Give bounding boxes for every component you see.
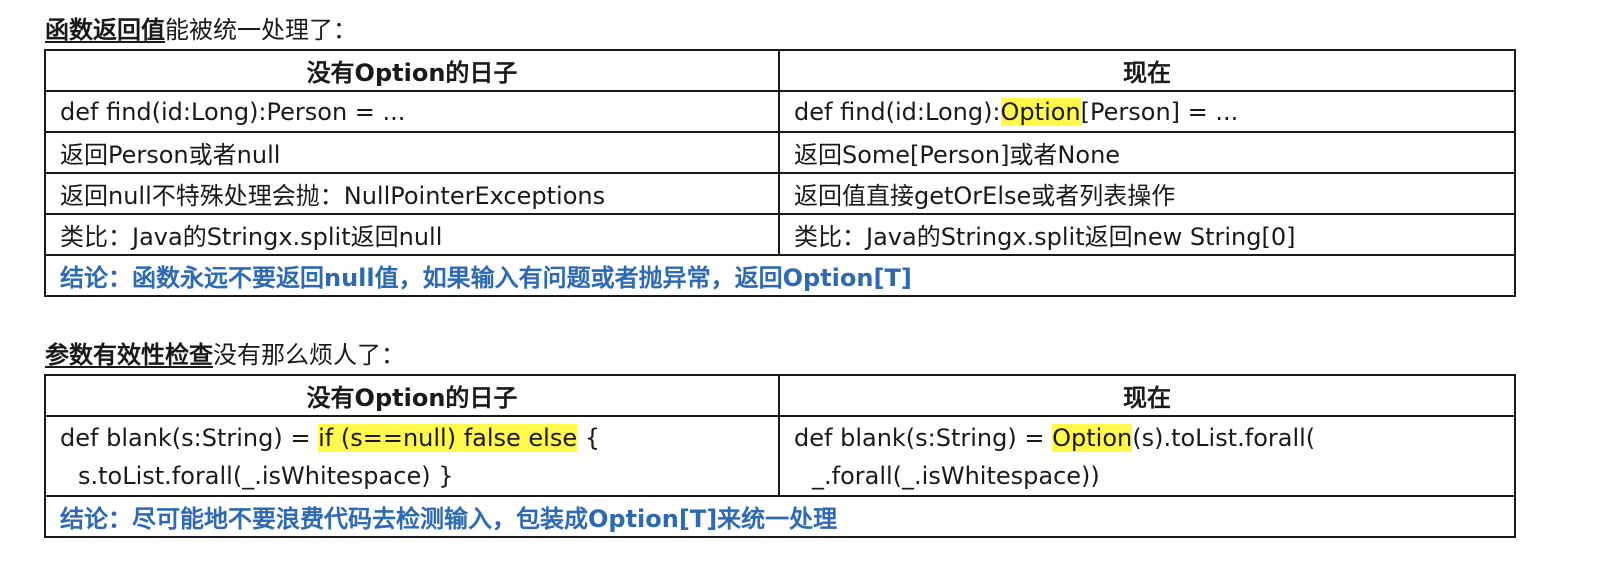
code-text: def blank(s:String) =: [60, 423, 319, 452]
cell-before: 类比：Java的Stringx.split返回null: [44, 213, 780, 256]
cell-now: def find(id:Long):Option[Person] = ...: [778, 90, 1516, 133]
highlighted-code: Option: [1000, 97, 1081, 126]
section-2-title: 参数有效性检查没有那么烦人了：: [45, 340, 405, 370]
conclusion-text: 结论：尽可能地不要浪费代码去检测输入，包装成Option[T]来统一处理: [44, 495, 1516, 538]
header-before: 没有Option的日子: [44, 49, 780, 92]
header-before: 没有Option的日子: [44, 374, 780, 417]
code-text: def blank(s:String) =: [794, 423, 1053, 452]
code-line: _.forall(_.isWhitespace)): [812, 461, 1100, 490]
table-row: 返回null不特殊处理会抛：NullPointerExceptions 返回值直…: [44, 172, 1516, 215]
cell-now: 返回值直接getOrElse或者列表操作: [778, 172, 1516, 215]
section-1-title: 函数返回值能被统一处理了：: [45, 15, 357, 45]
highlighted-code: Option: [1052, 423, 1133, 452]
conclusion-text: 结论：函数永远不要返回null值，如果输入有问题或者抛异常，返回Option[T…: [44, 254, 1516, 297]
conclusion-row: 结论：函数永远不要返回null值，如果输入有问题或者抛异常，返回Option[T…: [44, 254, 1516, 297]
table-row: 返回Person或者null 返回Some[Person]或者None: [44, 131, 1516, 174]
return-value-table: 没有Option的日子 现在 def find(id:Long):Person …: [44, 49, 1516, 297]
header-now: 现在: [778, 49, 1516, 92]
code-text: [Person] = ...: [1080, 97, 1239, 126]
table-header-row: 没有Option的日子 现在: [44, 49, 1516, 92]
table-row: 类比：Java的Stringx.split返回null 类比：Java的Stri…: [44, 213, 1516, 256]
code-text: def find(id:Long):: [794, 97, 1001, 126]
code-line: def blank(s:String) = if (s==null) false…: [60, 419, 764, 457]
section-2-title-key: 参数有效性检查: [45, 341, 213, 369]
table-row: def blank(s:String) = if (s==null) false…: [44, 415, 1516, 497]
table-row: def find(id:Long):Person = ... def find(…: [44, 90, 1516, 133]
code-text: (s).toList.forall(: [1132, 423, 1316, 452]
cell-before: 返回null不特殊处理会抛：NullPointerExceptions: [44, 172, 780, 215]
cell-now: 类比：Java的Stringx.split返回new String[0]: [778, 213, 1516, 256]
code-text: {: [577, 423, 601, 452]
cell-before: def find(id:Long):Person = ...: [44, 90, 780, 133]
code-line: s.toList.forall(_.isWhitespace) }: [78, 461, 454, 490]
section-1-title-rest: 能被统一处理了：: [165, 16, 357, 44]
section-1-title-key: 函数返回值: [45, 16, 165, 44]
code-line: def blank(s:String) = Option(s).toList.f…: [794, 419, 1500, 457]
cell-before-code: def blank(s:String) = if (s==null) false…: [44, 415, 780, 497]
header-now: 现在: [778, 374, 1516, 417]
cell-now: 返回Some[Person]或者None: [778, 131, 1516, 174]
table-header-row: 没有Option的日子 现在: [44, 374, 1516, 417]
highlighted-code: if (s==null) false else: [318, 423, 578, 452]
section-2-title-rest: 没有那么烦人了：: [213, 341, 405, 369]
param-check-table: 没有Option的日子 现在 def blank(s:String) = if …: [44, 374, 1516, 538]
cell-before: 返回Person或者null: [44, 131, 780, 174]
conclusion-row: 结论：尽可能地不要浪费代码去检测输入，包装成Option[T]来统一处理: [44, 495, 1516, 538]
cell-now-code: def blank(s:String) = Option(s).toList.f…: [778, 415, 1516, 497]
